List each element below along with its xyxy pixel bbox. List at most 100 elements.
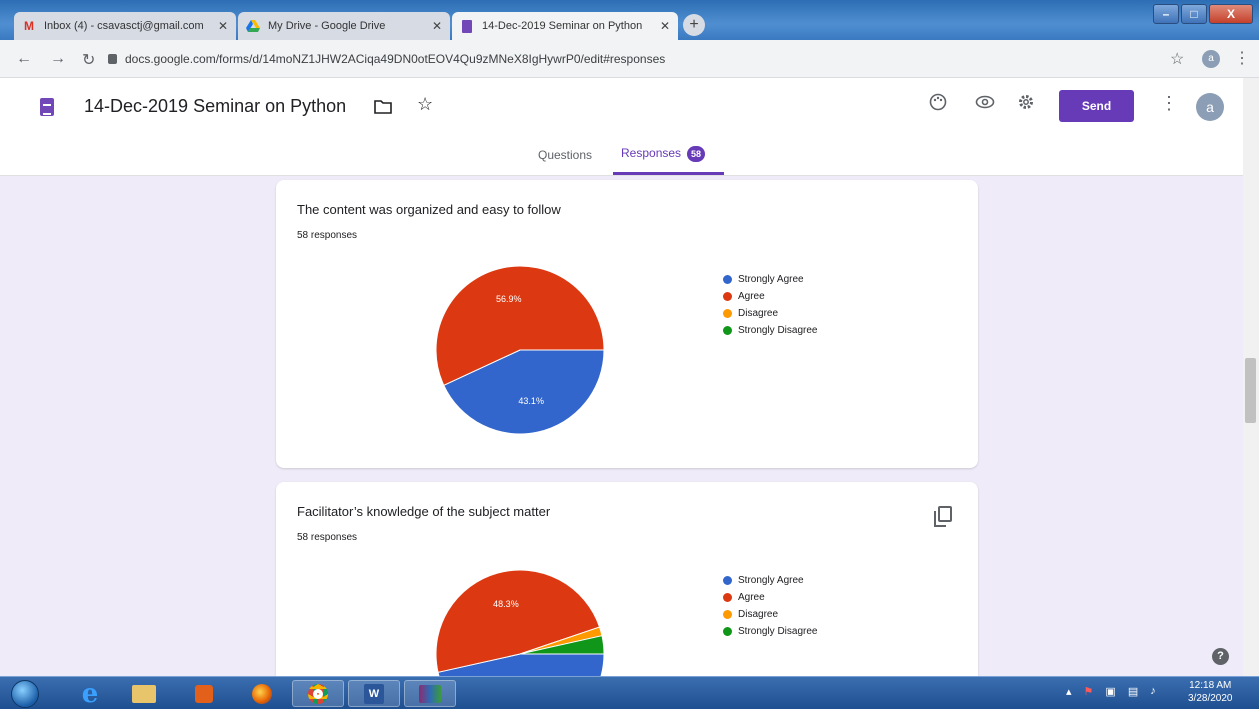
clock-date: 3/28/2020 xyxy=(1188,693,1233,704)
reload-icon[interactable]: ↻ xyxy=(82,50,95,70)
tab-forms[interactable]: 14-Dec-2019 Seminar on Python ✕ xyxy=(452,12,678,40)
forms-logo-icon[interactable] xyxy=(40,98,54,116)
browser-menu-icon[interactable]: ⋮ xyxy=(1234,48,1250,68)
ie-taskbar-button[interactable]: e xyxy=(64,678,116,709)
form-title[interactable]: 14-Dec-2019 Seminar on Python xyxy=(84,96,346,117)
windows-taskbar: e W ▴ ⚑ ▣ ▤ ♪ 12:18 AM 3/28/2020 xyxy=(0,676,1259,709)
settings-gear-icon[interactable] xyxy=(1017,93,1035,116)
star-icon[interactable]: ☆ xyxy=(417,94,433,115)
clock-time: 12:18 AM xyxy=(1189,680,1232,691)
maximize-button[interactable]: □ xyxy=(1181,4,1207,24)
legend-item[interactable]: Strongly Agree xyxy=(723,271,817,288)
legend-dot xyxy=(723,593,732,602)
firefox-taskbar-button[interactable] xyxy=(236,680,288,707)
tab-responses-label: Responses xyxy=(621,146,682,160)
folder-icon xyxy=(132,684,156,703)
volume-icon[interactable]: ♪ xyxy=(1150,685,1156,698)
network-icon[interactable]: ▤ xyxy=(1128,685,1138,698)
chart-legend: Strongly Agree Agree Disagree Strongly D… xyxy=(723,271,817,339)
folder-icon[interactable] xyxy=(374,98,392,119)
word-taskbar-button[interactable]: W xyxy=(348,680,400,707)
profile-avatar[interactable]: a xyxy=(1202,50,1220,68)
drive-icon xyxy=(246,19,260,33)
tab-questions[interactable]: Questions xyxy=(538,148,592,162)
tab-responses[interactable]: Responses 58 xyxy=(621,146,706,162)
new-tab-button[interactable]: + xyxy=(683,14,705,36)
legend-item[interactable]: Strongly Disagree xyxy=(723,623,817,640)
taskbar-clock[interactable]: 12:18 AM 3/28/2020 xyxy=(1188,679,1233,705)
tab-label: Inbox (4) - csavasctj@gmail.com xyxy=(44,20,204,32)
legend-dot xyxy=(723,309,732,318)
legend-dot xyxy=(723,326,732,335)
pie-chart: 43.1% 56.9% xyxy=(436,265,604,435)
question-card: The content was organized and easy to fo… xyxy=(276,180,978,468)
legend-item[interactable]: Strongly Agree xyxy=(723,572,817,589)
forms-icon xyxy=(460,19,474,33)
preview-eye-icon[interactable] xyxy=(975,93,995,116)
close-icon[interactable]: ✕ xyxy=(432,19,442,33)
responses-count-badge: 58 xyxy=(687,146,706,162)
legend-label: Strongly Disagree xyxy=(738,325,818,336)
responses-content: The content was organized and easy to fo… xyxy=(0,176,1243,676)
url-text: docs.google.com/forms/d/14moNZ1JHW2ACiqa… xyxy=(125,52,666,66)
legend-item[interactable]: Disagree xyxy=(723,606,817,623)
send-button[interactable]: Send xyxy=(1059,90,1134,122)
gmail-icon: M xyxy=(24,19,34,33)
account-avatar[interactable]: a xyxy=(1196,93,1224,121)
chart-legend: Strongly Agree Agree Disagree Strongly D… xyxy=(723,572,817,640)
windows-logo-icon xyxy=(11,679,39,708)
legend-dot xyxy=(723,275,732,284)
system-tray: ▴ ⚑ ▣ ▤ ♪ xyxy=(1066,685,1156,698)
active-tab-indicator xyxy=(613,172,724,175)
action-center-flag-icon[interactable]: ⚑ xyxy=(1084,685,1094,698)
url-field[interactable]: docs.google.com/forms/d/14moNZ1JHW2ACiqa… xyxy=(108,49,1148,69)
legend-label: Strongly Agree xyxy=(738,274,804,285)
pie-slice-label: 43.1% xyxy=(518,396,544,406)
tab-label: My Drive - Google Drive xyxy=(268,20,386,32)
legend-dot xyxy=(723,627,732,636)
palette-icon[interactable] xyxy=(929,93,947,116)
forward-icon[interactable]: → xyxy=(50,50,66,68)
browser-titlebar: M Inbox (4) - csavasctj@gmail.com ✕ My D… xyxy=(0,0,1259,40)
back-icon[interactable]: ← xyxy=(16,50,32,68)
legend-item[interactable]: Strongly Disagree xyxy=(723,322,817,339)
close-icon[interactable]: ✕ xyxy=(660,19,670,33)
copy-chart-icon[interactable] xyxy=(934,506,952,527)
legend-label: Disagree xyxy=(738,308,779,319)
response-count: 58 responses xyxy=(297,230,358,241)
legend-label: Strongly Agree xyxy=(738,575,804,586)
lock-icon xyxy=(108,54,117,64)
internet-explorer-icon: e xyxy=(81,678,99,709)
response-count: 58 responses xyxy=(297,532,358,543)
legend-item[interactable]: Agree xyxy=(723,589,817,606)
page-scrollbar[interactable] xyxy=(1243,78,1259,676)
more-options-icon[interactable]: ⋮ xyxy=(1160,93,1178,114)
legend-label: Agree xyxy=(738,291,765,302)
tab-gmail[interactable]: M Inbox (4) - csavasctj@gmail.com ✕ xyxy=(14,12,236,40)
question-title: Facilitator’s knowledge of the subject m… xyxy=(297,504,551,519)
question-title: The content was organized and easy to fo… xyxy=(297,202,561,217)
tab-drive[interactable]: My Drive - Google Drive ✕ xyxy=(238,12,450,40)
scrollbar-thumb[interactable] xyxy=(1245,358,1256,423)
close-icon[interactable]: ✕ xyxy=(218,19,228,33)
start-button[interactable] xyxy=(6,677,44,709)
tab-label: 14-Dec-2019 Seminar on Python xyxy=(482,20,643,32)
minimize-button[interactable]: – xyxy=(1153,4,1179,24)
pie-slice-label: 48.3% xyxy=(493,599,519,609)
media-player-taskbar-button[interactable] xyxy=(178,680,230,707)
form-tabs: Questions Responses 58 xyxy=(0,140,1243,176)
legend-item[interactable]: Agree xyxy=(723,288,817,305)
winrar-taskbar-button[interactable] xyxy=(404,680,456,707)
pie-slice-label: 56.9% xyxy=(496,294,522,304)
help-icon[interactable]: ? xyxy=(1212,648,1229,665)
device-icon[interactable]: ▣ xyxy=(1105,685,1115,698)
bookmark-star-icon[interactable]: ☆ xyxy=(1170,49,1184,69)
close-window-button[interactable]: X xyxy=(1209,4,1253,24)
show-hidden-icons-icon[interactable]: ▴ xyxy=(1066,685,1072,698)
legend-item[interactable]: Disagree xyxy=(723,305,817,322)
legend-label: Agree xyxy=(738,592,765,603)
chrome-taskbar-button[interactable] xyxy=(292,680,344,707)
explorer-taskbar-button[interactable] xyxy=(118,680,170,707)
legend-dot xyxy=(723,292,732,301)
firefox-icon xyxy=(252,683,272,704)
